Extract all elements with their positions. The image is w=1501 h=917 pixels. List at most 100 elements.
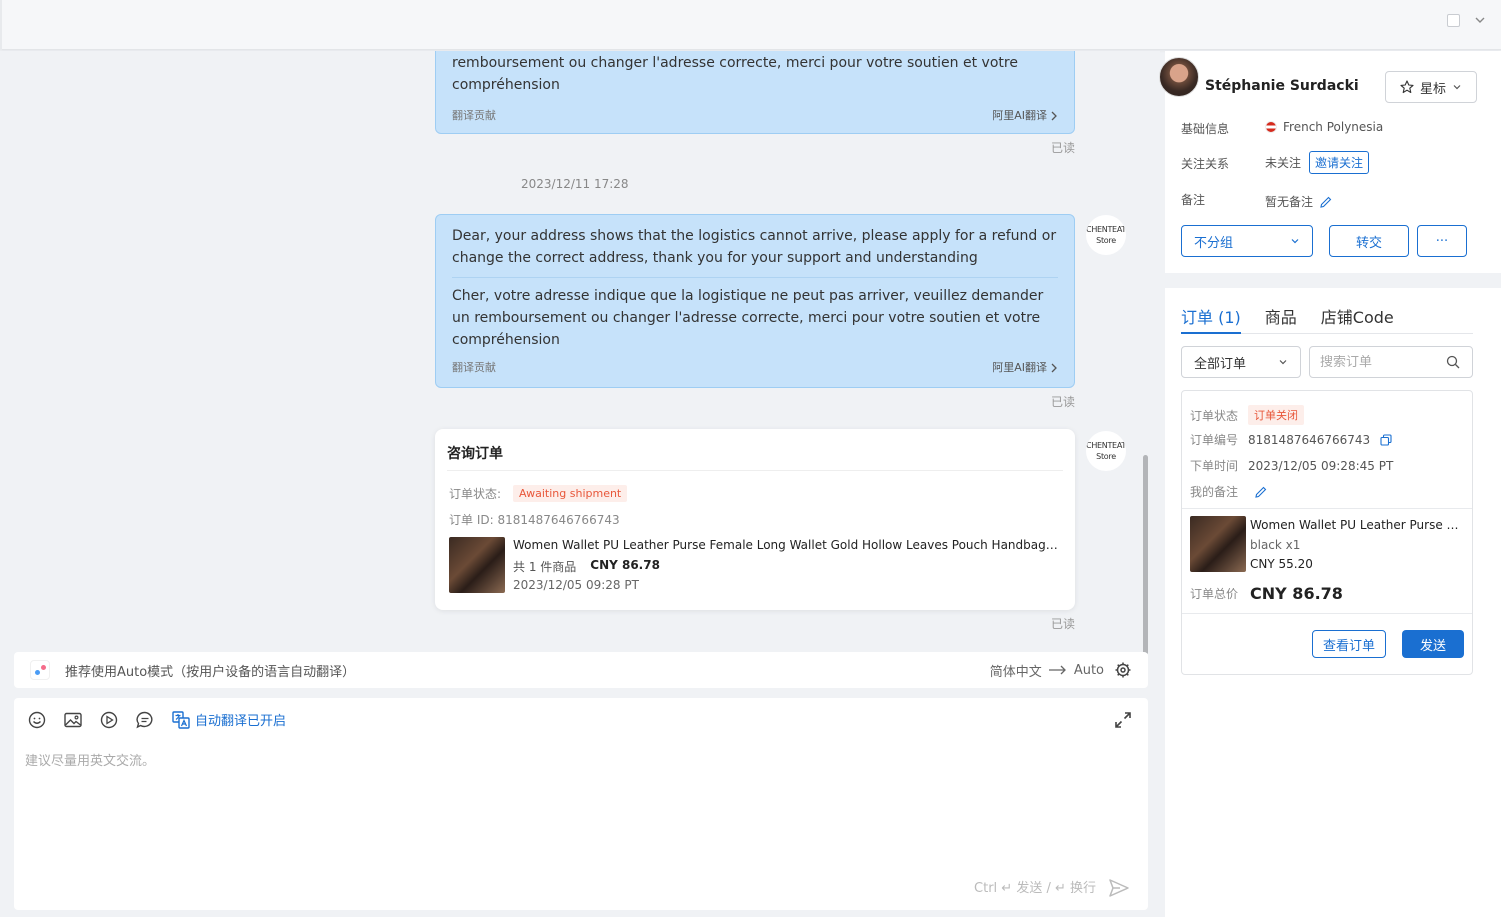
settings-gear-icon[interactable]: [1114, 661, 1132, 679]
message-translated-text: remboursement ou changer l'adresse corre…: [452, 55, 1018, 93]
order-filter-select[interactable]: 全部订单: [1181, 346, 1301, 378]
product-count-row: 共 1 件商品 CNY 86.78: [513, 558, 660, 575]
product-thumbnail[interactable]: [449, 537, 505, 593]
order-status-badge: 订单关闭: [1248, 405, 1305, 425]
ai-translate-link[interactable]: 阿里AI翻译: [992, 357, 1058, 379]
message-footer: 翻译贡献 阿里AI翻译: [436, 101, 1074, 131]
my-note-row: 我的备注: [1190, 483, 1268, 500]
product-thumbnail[interactable]: [1190, 516, 1246, 572]
order-time-row: 下单时间 2023/12/05 09:28:45 PT: [1190, 457, 1393, 474]
order-time-label: 下单时间: [1190, 459, 1239, 473]
customer-note: 暂无备注: [1265, 193, 1333, 210]
send-icon[interactable]: [1108, 878, 1130, 898]
top-bar: [0, 0, 1501, 50]
orders-tabs: 订单 (1) 商品 店铺Code: [1181, 304, 1473, 334]
auto-mode-tip-text: 推荐使用Auto模式（按用户设备的语言自动翻译）: [65, 664, 356, 680]
auto-translate-toggle[interactable]: 自动翻译已开启: [172, 710, 286, 729]
read-receipt: 已读: [1051, 617, 1076, 631]
group-select[interactable]: 不分组: [1181, 225, 1313, 257]
view-order-button[interactable]: 查看订单: [1312, 630, 1386, 658]
tab-store-code[interactable]: 店铺Code: [1321, 304, 1394, 334]
order-date: 2023/12/05 09:28 PT: [513, 578, 639, 592]
image-icon: [64, 712, 82, 727]
product-name[interactable]: Women Wallet PU Leather Purse Female Lon…: [513, 538, 1061, 552]
group-select-value: 不分组: [1194, 235, 1234, 251]
order-number: 8181487646766743: [1248, 432, 1371, 447]
video-button[interactable]: [100, 711, 118, 729]
note-value: 暂无备注: [1265, 195, 1314, 209]
chat-area: remboursement ou changer l'adresse corre…: [0, 51, 1160, 651]
message-composer: 自动翻译已开启 建议尽量用英文交流。 Ctrl ↵ 发送 / ↵ 换行: [14, 698, 1148, 910]
order-card-divider: [1182, 508, 1472, 509]
language-selector[interactable]: 简体中文 Auto: [990, 661, 1132, 680]
order-time: 2023/12/05 09:28:45 PT: [1248, 458, 1394, 473]
order-search-input[interactable]: [1320, 354, 1446, 370]
edit-pencil-icon[interactable]: [1319, 195, 1333, 209]
translate-contribute-link[interactable]: 翻译贡献: [452, 105, 496, 127]
image-button[interactable]: [64, 711, 82, 729]
store-avatar[interactable]: CHENTEAT Store: [1086, 215, 1126, 255]
invite-follow-button[interactable]: 邀请关注: [1309, 151, 1370, 174]
message-original-text: Dear, your address shows that the logist…: [452, 228, 1057, 266]
more-button[interactable]: ···: [1417, 225, 1467, 257]
order-status-row: 订单状态: Awaiting shipment: [449, 485, 628, 502]
transfer-button[interactable]: 转交: [1329, 225, 1409, 257]
order-status-badge: Awaiting shipment: [513, 485, 628, 502]
emoji-button[interactable]: [28, 711, 46, 729]
order-number-row: 订单编号 8181487646766743: [1190, 431, 1392, 448]
emoji-icon: [28, 711, 46, 728]
message-timestamp: 2023/12/11 17:28: [521, 177, 629, 191]
tab-products[interactable]: 商品: [1265, 304, 1297, 334]
copy-icon[interactable]: [1380, 433, 1392, 446]
order-status-row: 订单状态 订单关闭: [1190, 405, 1305, 425]
star-button[interactable]: 星标: [1385, 71, 1477, 103]
edit-pencil-icon[interactable]: [1254, 485, 1268, 499]
chevron-down-icon[interactable]: [1473, 13, 1487, 27]
search-icon[interactable]: [1446, 355, 1460, 369]
store-avatar-line2: Store: [1096, 452, 1116, 461]
order-card-divider: [1182, 613, 1472, 614]
order-card-title: 咨询订单: [447, 446, 503, 462]
note-label: 备注: [1181, 193, 1206, 207]
chat-bubble-icon: [136, 711, 153, 728]
send-order-button[interactable]: 发送: [1402, 630, 1464, 658]
translate-logo-icon: [30, 660, 50, 680]
ai-translate-label: 阿里AI翻译: [992, 361, 1047, 374]
store-avatar-line2: Store: [1096, 236, 1116, 245]
order-total-row: 订单总价 CNY 86.78: [1190, 584, 1343, 603]
star-icon: [1400, 80, 1414, 94]
composer-toolbar: 自动翻译已开启: [28, 710, 286, 729]
star-label: 星标: [1419, 81, 1446, 97]
auto-mode-tip-bar: 推荐使用Auto模式（按用户设备的语言自动翻译） 简体中文 Auto: [14, 652, 1148, 688]
ai-translate-label: 阿里AI翻译: [992, 109, 1047, 122]
order-price: CNY 86.78: [590, 558, 660, 572]
quick-reply-button[interactable]: [136, 711, 154, 729]
window-icon[interactable]: [1447, 14, 1460, 27]
top-bar-edge: [0, 0, 2, 50]
customer-avatar[interactable]: [1159, 57, 1199, 97]
translate-contribute-link[interactable]: 翻译贡献: [452, 357, 496, 379]
message-translated-text: Cher, votre adresse indique que la logis…: [452, 288, 1044, 348]
order-inquiry-card[interactable]: 咨询订单 订单状态: Awaiting shipment 订单 ID: 8181…: [435, 429, 1075, 610]
order-filter-value: 全部订单: [1194, 356, 1247, 372]
expand-icon[interactable]: [1114, 711, 1132, 729]
order-search[interactable]: [1309, 346, 1473, 378]
chat-scrollbar[interactable]: [1143, 455, 1148, 655]
message-footer: 翻译贡献 阿里AI翻译: [436, 353, 1074, 383]
target-language[interactable]: Auto: [1074, 663, 1104, 678]
source-language[interactable]: 简体中文: [990, 661, 1042, 680]
shortcut-hint: Ctrl ↵ 发送 / ↵ 换行: [974, 881, 1096, 896]
follow-status: 未关注: [1265, 156, 1302, 170]
customer-name: Stéphanie Surdacki: [1205, 78, 1359, 94]
tab-orders[interactable]: 订单 (1): [1181, 304, 1241, 334]
message-bubble-translated: remboursement ou changer l'adresse corre…: [435, 51, 1075, 134]
store-avatar[interactable]: CHENTEAT Store: [1086, 431, 1126, 471]
product-name[interactable]: Women Wallet PU Leather Purse Fe...: [1250, 518, 1462, 532]
order-status-label: 订单状态:: [449, 487, 502, 501]
translate-icon: [172, 710, 190, 729]
store-avatar-line1: CHENTEAT: [1086, 441, 1126, 450]
ai-translate-link[interactable]: 阿里AI翻译: [992, 105, 1058, 127]
message-input-placeholder[interactable]: 建议尽量用英文交流。: [25, 750, 155, 769]
arrow-right-icon: [1048, 665, 1066, 675]
read-receipt: 已读: [1051, 141, 1076, 155]
